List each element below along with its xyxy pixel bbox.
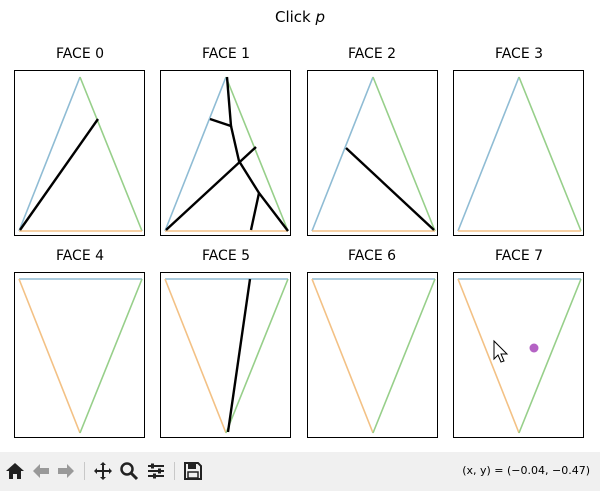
mouse-cursor-icon (493, 339, 509, 363)
back-arrow-icon[interactable] (30, 460, 52, 482)
face-7-point (529, 343, 539, 353)
face-4-title: FACE 4 (55, 248, 105, 264)
face-1-title: FACE 1 (201, 46, 251, 62)
face-2-path (345, 147, 435, 231)
face-0-edge-b (79, 76, 143, 232)
face-4-axes[interactable] (14, 272, 145, 438)
home-icon[interactable] (4, 460, 26, 482)
face-5-edge-c (164, 278, 227, 434)
face-1-path-3 (165, 146, 257, 231)
cursor-coordinates: (x, y) = (−0.04, −0.47) (462, 464, 590, 477)
face-7-edge-c (457, 278, 520, 434)
face-5-edge-b (225, 278, 289, 434)
face-7-axes[interactable] (453, 272, 584, 438)
face-2-edge-a (311, 76, 374, 232)
face-6-title: FACE 6 (347, 248, 397, 264)
face-0-axes[interactable] (14, 70, 145, 236)
face-4-edge-b (79, 278, 143, 434)
face-3-edge-b (518, 76, 582, 232)
save-icon[interactable] (182, 460, 204, 482)
face-2-title: FACE 2 (347, 46, 397, 62)
zoom-icon[interactable] (118, 460, 140, 482)
toolbar-separator (174, 462, 175, 480)
face-6-edge-c (311, 278, 374, 434)
face-3-edge-a (457, 76, 520, 232)
face-1-path-4 (249, 192, 261, 231)
forward-arrow-icon[interactable] (55, 460, 77, 482)
face-7-edge-b (518, 278, 582, 434)
face-3-title: FACE 3 (494, 46, 544, 62)
face-0-path (19, 118, 99, 231)
subplots-config-icon[interactable] (145, 460, 167, 482)
face-6-axes[interactable] (307, 272, 438, 438)
navigation-toolbar: (x, y) = (−0.04, −0.47) (0, 452, 600, 491)
face-5-axes[interactable] (160, 272, 291, 438)
pan-icon[interactable] (92, 460, 114, 482)
face-1-edge-a (164, 76, 227, 232)
face-2-edge-b (372, 76, 436, 232)
title-variable: p (315, 8, 326, 26)
face-1-path-2 (229, 125, 289, 232)
face-7-title: FACE 7 (494, 248, 544, 264)
face-0-title: FACE 0 (55, 46, 105, 62)
face-1-path-1 (209, 76, 233, 128)
toolbar-separator (84, 462, 85, 480)
title-text: Click (274, 8, 316, 26)
face-3-axes[interactable] (453, 70, 584, 236)
face-5-title: FACE 5 (201, 248, 251, 264)
figure-canvas[interactable]: Click p FACE 0 FACE 1 FACE 2 FACE 3 FACE… (0, 0, 600, 452)
face-5-path (226, 278, 252, 433)
face-2-axes[interactable] (307, 70, 438, 236)
face-0-edge-a (18, 76, 81, 232)
face-1-axes[interactable] (160, 70, 291, 236)
figure-title: Click p (0, 8, 600, 26)
face-6-edge-b (372, 278, 436, 434)
face-4-edge-c (18, 278, 81, 434)
